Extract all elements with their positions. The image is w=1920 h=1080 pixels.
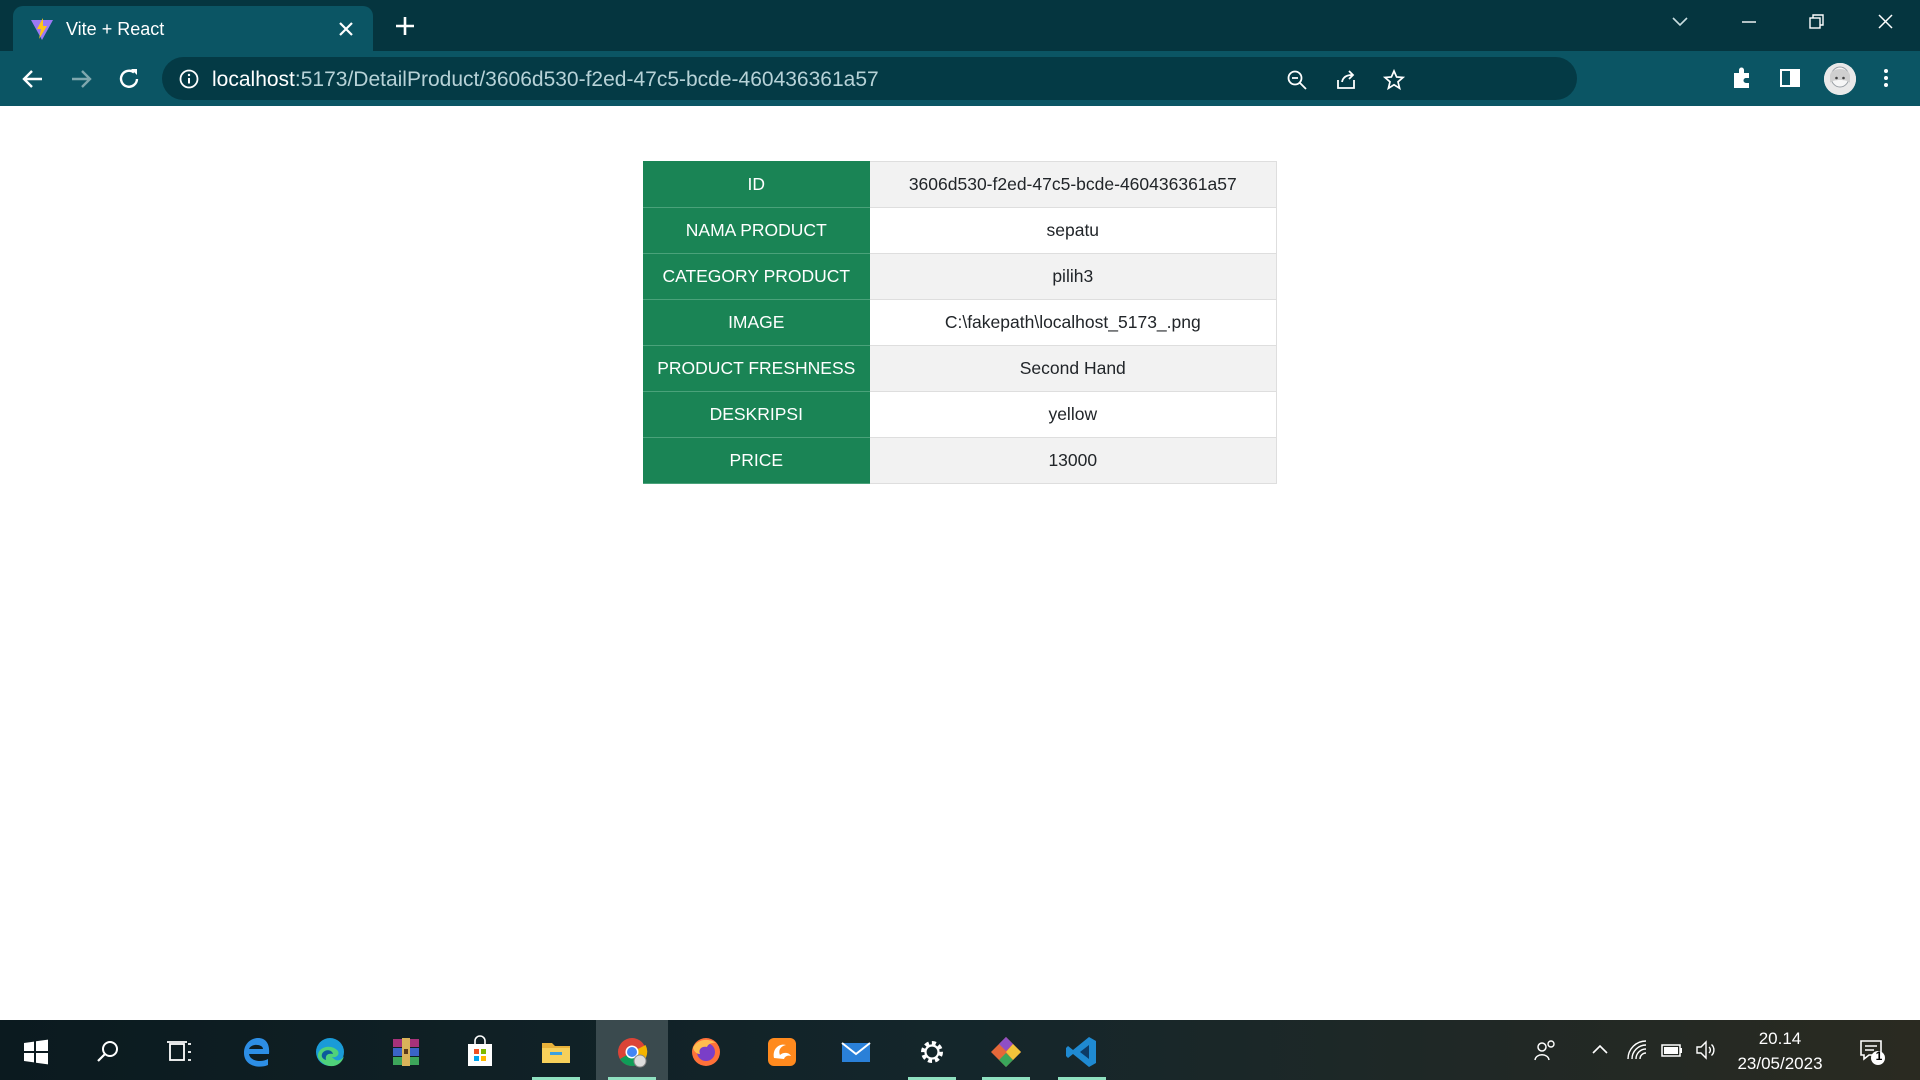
- task-view-icon: [167, 1041, 191, 1061]
- row-label-image: IMAGE: [643, 299, 870, 346]
- search-button[interactable]: [72, 1020, 144, 1080]
- browser-toolbar: localhost:5173/DetailProduct/3606d530-f2…: [0, 51, 1920, 106]
- address-bar[interactable]: localhost:5173/DetailProduct/3606d530-f2…: [162, 57, 1577, 100]
- chevron-up-icon[interactable]: [1588, 1038, 1612, 1062]
- uc-browser-icon: [768, 1038, 796, 1066]
- table-row: ID 3606d530-f2ed-47c5-bcde-460436361a57: [643, 161, 1278, 208]
- menu-kebab-icon[interactable]: [1872, 64, 1900, 92]
- url-path: :5173/DetailProduct/3606d530-f2ed-47c5-b…: [294, 68, 879, 91]
- table-row: PRICE 13000: [643, 437, 1278, 484]
- row-label-freshness: PRODUCT FRESHNESS: [643, 345, 870, 392]
- vscode-icon: [1066, 1037, 1096, 1067]
- new-tab-icon[interactable]: [392, 13, 418, 39]
- zoom-icon[interactable]: [1285, 68, 1309, 92]
- page-content: ID 3606d530-f2ed-47c5-bcde-460436361a57 …: [0, 106, 1920, 1020]
- product-detail-table: ID 3606d530-f2ed-47c5-bcde-460436361a57 …: [643, 161, 1278, 484]
- side-panel-icon[interactable]: [1776, 64, 1804, 92]
- profile-avatar[interactable]: [1824, 63, 1856, 95]
- edge-icon: [316, 1038, 344, 1067]
- tab-title: Vite + React: [66, 19, 165, 39]
- file-explorer-icon: [542, 1043, 570, 1063]
- notification-count: 1: [1875, 1049, 1883, 1063]
- taskbar-edge-legacy[interactable]: [221, 1020, 293, 1080]
- row-value-image: C:\fakepath\localhost_5173_.png: [868, 299, 1278, 346]
- back-icon[interactable]: [18, 64, 48, 94]
- task-view-button[interactable]: [144, 1020, 216, 1080]
- row-label-description: DESKRIPSI: [643, 391, 870, 438]
- url-text[interactable]: localhost:5173/DetailProduct/3606d530-f2…: [212, 68, 879, 92]
- chrome-icon: [618, 1038, 648, 1068]
- table-row: NAMA PRODUCT sepatu: [643, 207, 1278, 254]
- row-label-price: PRICE: [643, 437, 870, 484]
- windows-icon: [24, 1039, 48, 1065]
- tab-search-chevron-icon[interactable]: [1665, 10, 1695, 34]
- taskbar-firefox[interactable]: [670, 1020, 742, 1080]
- system-clock[interactable]: 20.14 23/05/2023: [1725, 1026, 1835, 1076]
- row-value-freshness: Second Hand: [868, 345, 1278, 392]
- battery-icon[interactable]: [1660, 1038, 1684, 1062]
- row-label-category: CATEGORY PRODUCT: [643, 253, 870, 300]
- winrar-icon: [393, 1038, 419, 1066]
- people-icon[interactable]: [1533, 1038, 1557, 1062]
- minimize-icon[interactable]: [1734, 10, 1764, 34]
- site-info-icon[interactable]: [178, 68, 200, 90]
- row-value-name: sepatu: [868, 207, 1278, 254]
- restore-icon[interactable]: [1801, 10, 1831, 34]
- firefox-icon: [692, 1038, 720, 1066]
- bookmark-star-icon[interactable]: [1382, 68, 1406, 92]
- taskbar-file-explorer[interactable]: [520, 1020, 592, 1080]
- vite-logo-icon: [31, 18, 53, 40]
- clock-time: 20.14: [1758, 1029, 1802, 1048]
- browser-tab[interactable]: Vite + React: [13, 6, 373, 51]
- network-icon[interactable]: [1625, 1038, 1649, 1062]
- taskbar-winrar[interactable]: [370, 1020, 442, 1080]
- store-icon: [468, 1035, 492, 1066]
- row-label-id: ID: [643, 161, 870, 208]
- taskbar-vscode[interactable]: [1046, 1020, 1118, 1080]
- extensions-icon[interactable]: [1728, 64, 1756, 92]
- close-window-icon[interactable]: [1870, 10, 1900, 34]
- table-row: CATEGORY PRODUCT pilih3: [643, 253, 1278, 300]
- taskbar-chrome[interactable]: [596, 1020, 668, 1080]
- row-value-id: 3606d530-f2ed-47c5-bcde-460436361a57: [868, 161, 1278, 208]
- edge-legacy-icon: [244, 1038, 270, 1067]
- row-value-category: pilih3: [868, 253, 1278, 300]
- forward-icon[interactable]: [66, 64, 96, 94]
- taskbar-settings[interactable]: [896, 1020, 968, 1080]
- clock-date: 23/05/2023: [1737, 1054, 1823, 1073]
- share-icon[interactable]: [1334, 68, 1358, 92]
- windows-taskbar: 20.14 23/05/2023 1: [0, 1020, 1920, 1080]
- avatar-image-icon: [1824, 63, 1856, 95]
- action-center-button[interactable]: 1: [1857, 1036, 1887, 1066]
- settings-icon: [921, 1041, 943, 1063]
- row-label-name: NAMA PRODUCT: [643, 207, 870, 254]
- tab-strip: Vite + React: [0, 0, 1920, 51]
- table-row: IMAGE C:\fakepath\localhost_5173_.png: [643, 299, 1278, 346]
- table-row: DESKRIPSI yellow: [643, 391, 1278, 438]
- close-icon[interactable]: [335, 18, 357, 40]
- reload-icon[interactable]: [114, 64, 144, 94]
- taskbar-edge[interactable]: [294, 1020, 366, 1080]
- git-icon: [991, 1037, 1021, 1067]
- search-icon: [97, 1041, 118, 1062]
- taskbar-store[interactable]: [444, 1020, 516, 1080]
- row-value-price: 13000: [868, 437, 1278, 484]
- taskbar-mail[interactable]: [820, 1020, 892, 1080]
- start-button[interactable]: [0, 1020, 72, 1080]
- table-row: PRODUCT FRESHNESS Second Hand: [643, 345, 1278, 392]
- volume-icon[interactable]: [1694, 1038, 1718, 1062]
- mail-icon: [841, 1042, 871, 1062]
- row-value-description: yellow: [868, 391, 1278, 438]
- taskbar-git[interactable]: [970, 1020, 1042, 1080]
- url-host: localhost: [212, 68, 295, 91]
- taskbar-uc-browser[interactable]: [746, 1020, 818, 1080]
